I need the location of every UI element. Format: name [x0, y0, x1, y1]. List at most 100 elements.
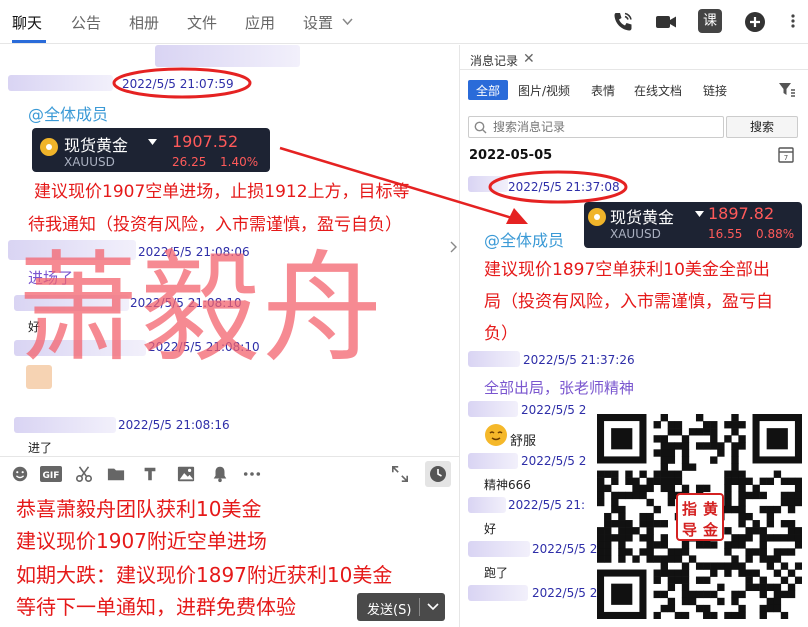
message-text: 舒服: [510, 434, 537, 449]
quote-change: 26.25: [172, 155, 207, 169]
active-tab-indicator: [12, 40, 46, 43]
mention-all[interactable]: @全体成员: [28, 101, 108, 125]
message-timestamp: 2022/5/5 21:: [508, 498, 586, 512]
tab-announcement[interactable]: 公告: [71, 12, 101, 33]
image-icon[interactable]: [176, 465, 196, 483]
plus-icon[interactable]: [743, 10, 767, 34]
filter-stickers[interactable]: 表情: [591, 82, 615, 102]
tab-apps[interactable]: 应用: [245, 12, 275, 33]
message-text: 好: [484, 522, 497, 536]
emoji-relieved-icon: [485, 424, 507, 446]
quote-name: 现货黄金: [610, 208, 675, 227]
search-icon: [474, 121, 487, 134]
message-text: 局（投资有风险，入市需谨慎，盈亏自: [484, 292, 773, 312]
search-button[interactable]: 搜索: [726, 116, 798, 138]
phone-icon[interactable]: [611, 10, 635, 34]
message-text: 进了: [28, 441, 53, 455]
message-text: 建议现价1907空单进场，止损1912上方，目标等: [34, 182, 410, 202]
tab-album[interactable]: 相册: [129, 12, 159, 33]
quote-change: 16.55: [708, 227, 743, 241]
quote-code: XAUUSD: [610, 227, 661, 241]
folder-icon[interactable]: [106, 465, 126, 483]
tab-files[interactable]: 文件: [187, 12, 217, 33]
emoji-icon[interactable]: [10, 465, 30, 483]
music-icon[interactable]: [140, 465, 160, 483]
scissors-icon[interactable]: [74, 465, 94, 483]
gold-coin-icon: [588, 208, 606, 226]
course-button[interactable]: 课: [698, 9, 722, 33]
chevron-down-icon: [342, 18, 353, 26]
history-clock-icon[interactable]: [425, 461, 451, 487]
composer-line[interactable]: 建议现价1907附近空单进场: [16, 526, 267, 557]
more-dots-icon[interactable]: [242, 465, 262, 483]
chevron-down-icon[interactable]: [425, 597, 441, 615]
blurred-sender: [468, 585, 528, 601]
caret-down-icon: [695, 211, 704, 217]
close-icon[interactable]: ✕: [523, 51, 535, 67]
message-text: 负）: [484, 324, 518, 344]
video-icon[interactable]: [654, 10, 678, 34]
quote-percent: 0.88%: [756, 227, 795, 241]
blurred-sender: [14, 417, 116, 433]
send-button[interactable]: 发送(S): [357, 593, 445, 621]
blurred-sender: [8, 75, 113, 91]
blurred-sender: [468, 351, 520, 367]
bell-icon[interactable]: [210, 465, 230, 483]
more-dots-icon[interactable]: [786, 14, 800, 28]
button-separator: [419, 598, 420, 616]
quote-percent: 1.40%: [220, 155, 259, 169]
message-timestamp: 2022/5/5 2: [521, 454, 587, 468]
tab-settings[interactable]: 设置: [303, 12, 333, 33]
composer-line[interactable]: 如期大跌：建议现价1897附近获利10美金: [16, 560, 392, 591]
composer-line[interactable]: 恭喜萧毅舟团队获利10美金: [16, 494, 261, 525]
expand-icon[interactable]: [390, 465, 410, 483]
seal-char: 金: [703, 521, 719, 539]
gif-icon[interactable]: GIF: [40, 465, 62, 483]
collapse-chevron-icon[interactable]: [450, 241, 457, 253]
svg-text:GIF: GIF: [43, 471, 60, 481]
search-input[interactable]: [491, 119, 719, 135]
message-timestamp: 2022/5/5 21:07:59: [122, 77, 234, 91]
blurred-sender: [468, 497, 506, 513]
watermark-text: 萧毅舟: [18, 240, 384, 379]
filter-links[interactable]: 链接: [703, 82, 727, 102]
message-text: 精神666: [484, 478, 531, 492]
history-search-box[interactable]: [468, 116, 724, 138]
blurred-sender: [468, 401, 518, 417]
blurred-name: [155, 45, 300, 67]
message-text: 跑了: [484, 566, 509, 580]
mention-all[interactable]: @全体成员: [484, 227, 564, 251]
gold-quote-card[interactable]: 现货黄金 XAUUSD 1897.82 16.55 0.88%: [584, 202, 802, 248]
message-timestamp: 2022/5/5 2: [521, 403, 587, 417]
message-timestamp: 2022/5/5 21:37:26: [523, 353, 635, 367]
composer-line[interactable]: 等待下一单通知，进群免费体验: [16, 592, 296, 623]
gold-coin-icon: [40, 138, 58, 156]
message-timestamp: 2022/5/5 21:08:16: [118, 418, 230, 432]
seal-char: 指: [682, 500, 698, 518]
history-date: 2022-05-05: [469, 148, 553, 163]
filter-all[interactable]: 全部: [468, 80, 509, 100]
gold-quote-card[interactable]: 现货黄金 XAUUSD 1907.52 26.25 1.40%: [32, 128, 270, 172]
seal-char: 导: [682, 521, 698, 539]
message-text: 建议现价1897空单获利10美金全部出: [484, 260, 770, 280]
blurred-sender: [468, 176, 508, 192]
quote-code: XAUUSD: [64, 155, 115, 169]
quote-price: 1907.52: [172, 132, 239, 151]
composer-toolbar: GIF: [0, 456, 460, 490]
filter-docs[interactable]: 在线文档: [634, 82, 682, 102]
tab-chat[interactable]: 聊天: [12, 12, 42, 33]
filter-media[interactable]: 图片/视频: [518, 82, 570, 102]
seal-char: 黄: [703, 500, 719, 518]
quote-price: 1897.82: [708, 204, 775, 223]
calendar-icon[interactable]: 7: [778, 146, 794, 163]
message-timestamp: 2022/5/5 2: [532, 542, 598, 556]
caret-down-icon: [148, 139, 157, 145]
quote-name: 现货黄金: [64, 136, 129, 155]
message-text: 全部出局，张老师精神: [484, 379, 635, 397]
filter-icon[interactable]: [778, 82, 796, 98]
history-tab-title[interactable]: 消息记录: [470, 52, 518, 69]
tab-line: [460, 69, 808, 70]
blurred-sender: [468, 541, 530, 557]
message-timestamp: 2022/5/5 2: [532, 586, 598, 600]
blurred-sender: [468, 453, 518, 469]
